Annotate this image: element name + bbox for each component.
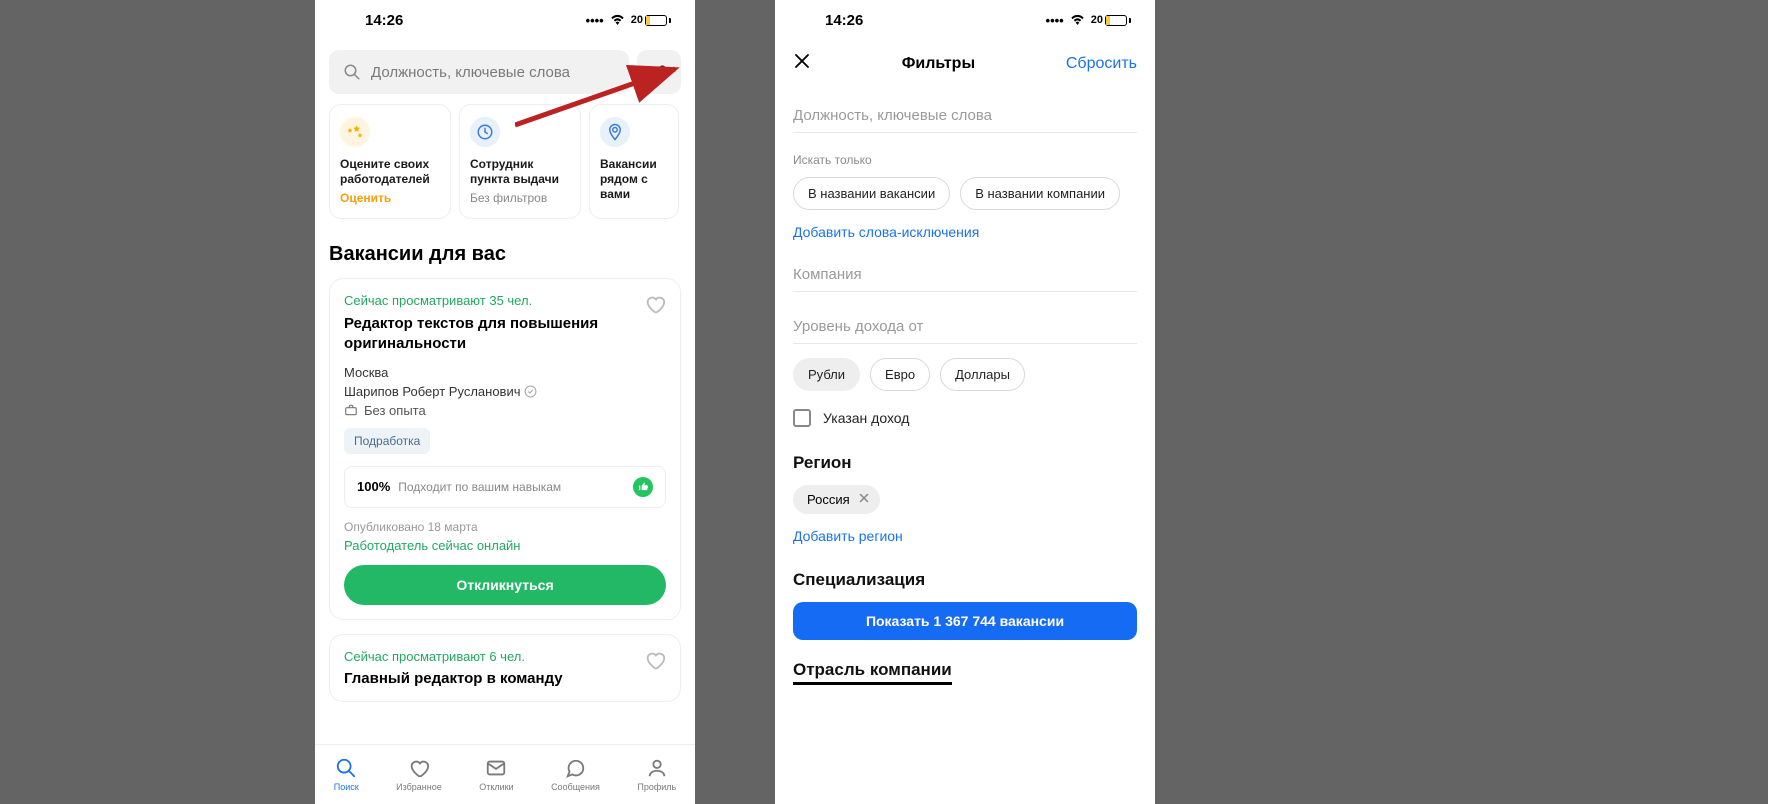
vacancy-experience: Без опыта: [344, 403, 666, 418]
income-specified-checkbox[interactable]: Указан доход: [793, 409, 1137, 427]
chip-rub[interactable]: Рубли: [793, 358, 860, 391]
chip-in-company-name[interactable]: В названии компании: [960, 177, 1120, 210]
company-input[interactable]: Компания: [793, 240, 1137, 292]
skills-match: 100% Подходит по вашим навыкам: [344, 466, 666, 508]
heart-icon: [644, 649, 666, 671]
heart-icon: [408, 757, 430, 779]
vacancy-card[interactable]: Сейчас просматривают 35 чел. Редактор те…: [329, 278, 681, 620]
stars-icon: [340, 117, 370, 147]
skills-text: Подходит по вашим навыкам: [398, 480, 625, 494]
cellular-icon: ••••: [586, 13, 604, 28]
skills-pct: 100%: [357, 479, 390, 494]
clock-icon: [470, 117, 500, 147]
card-subtitle: Оценить: [340, 191, 440, 206]
region-heading: Регион: [793, 453, 1137, 473]
close-button[interactable]: [793, 52, 811, 75]
phone-search-screen: 14:26 •••• 20 Должность, ключевые слова: [315, 0, 695, 804]
card-rate-employers[interactable]: Оцените своих работодателей Оценить: [329, 104, 451, 219]
battery-indicator: 20: [1091, 14, 1131, 26]
bottom-tab-bar: Поиск Избранное Отклики Сообщения Профил…: [315, 744, 695, 804]
favorite-button[interactable]: [644, 293, 666, 318]
chip-eur[interactable]: Евро: [870, 358, 930, 391]
tab-profile[interactable]: Профиль: [637, 757, 676, 792]
vacancy-tag: Подработка: [344, 428, 430, 454]
region-chip[interactable]: Россия: [793, 485, 880, 514]
chat-icon: [564, 757, 586, 779]
watching-now: Сейчас просматривают 35 чел.: [344, 293, 666, 308]
thumbs-up-icon: [633, 477, 653, 497]
status-indicators: •••• 20: [1046, 13, 1131, 28]
search-only-label: Искать только: [793, 153, 1137, 167]
search-icon: [335, 757, 357, 779]
watching-now: Сейчас просматривают 6 чел.: [344, 649, 666, 664]
envelope-icon: [485, 757, 507, 779]
show-results-button[interactable]: Показать 1 367 744 вакансии: [793, 602, 1137, 640]
vacancy-card[interactable]: Сейчас просматривают 6 чел. Главный реда…: [329, 634, 681, 702]
cellular-icon: ••••: [1046, 13, 1064, 28]
filters-body: Должность, ключевые слова Искать только …: [775, 87, 1155, 697]
favorite-button[interactable]: [644, 649, 666, 674]
status-bar: 14:26 •••• 20: [775, 0, 1155, 40]
card-title: Оцените своих работодателей: [340, 157, 440, 187]
battery-pct: 20: [631, 14, 643, 26]
vacancy-city: Москва: [344, 365, 666, 380]
status-indicators: •••• 20: [586, 13, 671, 28]
tab-messages[interactable]: Сообщения: [551, 757, 600, 792]
income-input[interactable]: Уровень дохода от: [793, 292, 1137, 344]
battery-pct: 20: [1091, 14, 1103, 26]
remove-region-icon[interactable]: [858, 492, 870, 507]
chip-usd[interactable]: Доллары: [940, 358, 1025, 391]
wifi-icon: [610, 13, 625, 28]
tab-favorites[interactable]: Избранное: [396, 757, 442, 792]
status-time: 14:26: [825, 12, 863, 29]
vacancy-employer: Шарипов Роберт Русланович: [344, 384, 666, 399]
published-date: Опубликовано 18 марта: [344, 520, 666, 534]
position-input[interactable]: Должность, ключевые слова: [793, 91, 1137, 133]
search-icon: [343, 63, 361, 81]
tab-responses[interactable]: Отклики: [479, 757, 513, 792]
vacancies-for-you-heading: Вакансии для вас: [315, 233, 695, 278]
filters-header: Фильтры Сбросить: [775, 40, 1155, 87]
add-region-link[interactable]: Добавить регион: [793, 528, 903, 544]
user-icon: [646, 757, 668, 779]
heart-icon: [644, 293, 666, 315]
reset-button[interactable]: Сбросить: [1066, 55, 1137, 73]
filters-title: Фильтры: [902, 55, 975, 73]
industry-heading: Отрасль компании: [793, 660, 952, 685]
employer-online: Работодатель сейчас онлайн: [344, 538, 666, 553]
wifi-icon: [1070, 13, 1085, 28]
card-title: Сотрудник пункта выдачи: [470, 157, 570, 187]
status-bar: 14:26 •••• 20: [315, 0, 695, 40]
chip-in-vacancy-title[interactable]: В названии вакансии: [793, 177, 950, 210]
checkbox-icon: [793, 409, 811, 427]
add-exclusions-link[interactable]: Добавить слова-исключения: [793, 224, 979, 240]
phone-filters-screen: 14:26 •••• 20 Фильтры Сбросить Должность…: [775, 0, 1155, 804]
vacancy-title: Главный редактор в команду: [344, 670, 666, 687]
specialization-heading: Специализация: [793, 570, 1137, 590]
status-time: 14:26: [365, 12, 403, 29]
briefcase-icon: [344, 403, 358, 417]
card-title: Вакансии рядом с вами: [600, 157, 668, 202]
apply-button[interactable]: Откликнуться: [344, 565, 666, 605]
close-icon: [793, 52, 811, 70]
tab-search[interactable]: Поиск: [334, 757, 359, 792]
annotation-arrow: [515, 55, 695, 135]
vacancy-title: Редактор текстов для повышения оригиналь…: [344, 314, 666, 355]
card-subtitle: Без фильтров: [470, 191, 570, 206]
battery-indicator: 20: [631, 14, 671, 26]
verified-icon: [524, 385, 537, 398]
